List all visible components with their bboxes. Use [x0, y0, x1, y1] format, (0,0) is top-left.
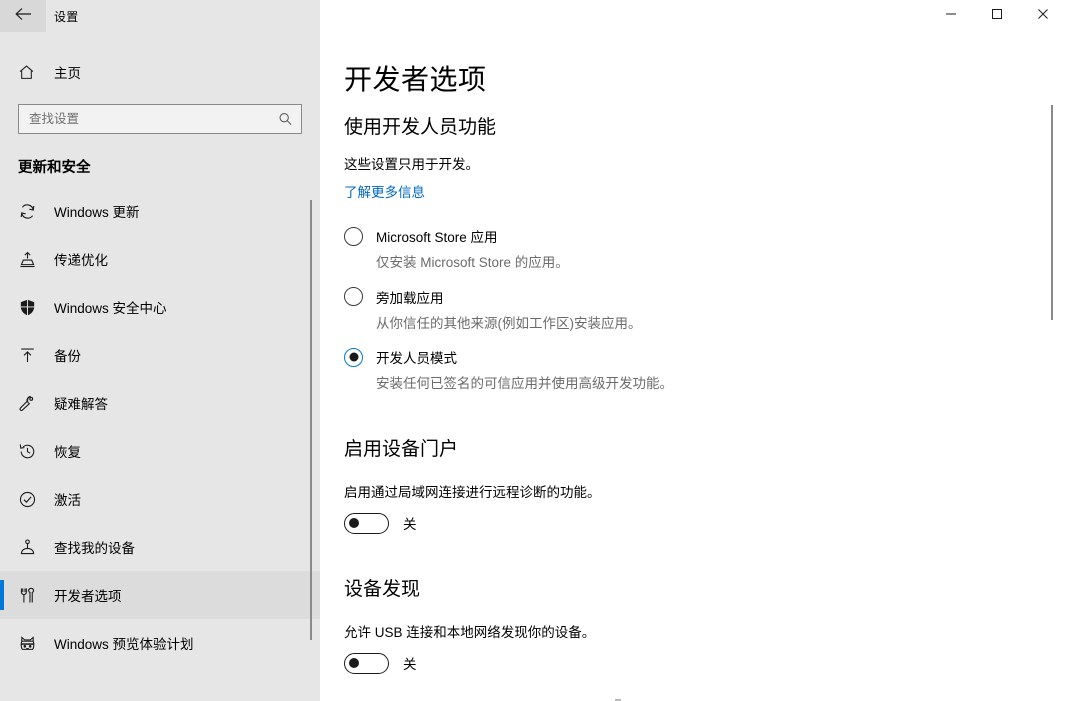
sidebar-item-delivery-optimization[interactable]: 传递优化	[0, 235, 320, 283]
device-discovery-toggle-row: 关	[344, 652, 1026, 674]
search-input[interactable]	[19, 105, 301, 133]
sidebar: 主页 更新和安全	[0, 32, 320, 701]
maximize-button[interactable]	[974, 0, 1020, 32]
developer-mode-radio-group: Microsoft Store 应用 仅安装 Microsoft Store 的…	[344, 226, 1026, 394]
device-discovery-toggle[interactable]	[344, 652, 389, 674]
minimize-icon	[945, 7, 957, 25]
content-inner: 开发者选项 使用开发人员功能 这些设置只用于开发。 了解更多信息 Microso…	[320, 32, 1066, 674]
radio-circle-selected-icon[interactable]	[344, 347, 363, 367]
sidebar-item-label: 备份	[54, 349, 81, 364]
sidebar-item-recovery[interactable]: 恢复	[0, 427, 320, 475]
delivery-optimization-icon	[18, 250, 46, 269]
maximize-icon	[991, 7, 1003, 25]
close-button[interactable]	[1020, 0, 1066, 32]
developer-tools-icon	[18, 586, 46, 605]
wrench-icon	[18, 394, 46, 413]
sidebar-item-label: Windows 安全中心	[54, 301, 167, 316]
sidebar-item-developer-options[interactable]: 开发者选项	[0, 571, 320, 619]
app-title: 设置	[54, 9, 79, 24]
sidebar-item-label: 激活	[54, 493, 81, 508]
sidebar-item-troubleshoot[interactable]: 疑难解答	[0, 379, 320, 427]
sidebar-category-title: 更新和安全	[18, 160, 91, 176]
radio-description: 从你信任的其他来源(例如工作区)安装应用。	[376, 315, 642, 331]
device-discovery-toggle-state: 关	[403, 657, 417, 673]
radio-line[interactable]: 旁加载应用	[344, 287, 1026, 307]
toggle-knob	[349, 518, 359, 529]
device-portal-description: 启用通过局域网连接进行远程诊断的功能。	[344, 484, 601, 500]
learn-more-link[interactable]: 了解更多信息	[344, 181, 425, 201]
upload-arrow-icon	[18, 346, 46, 365]
developer-features-heading: 使用开发人员功能	[344, 117, 497, 138]
radio-description: 仅安装 Microsoft Store 的应用。	[376, 255, 569, 271]
radio-option-sideload-apps[interactable]: 旁加载应用 从你信任的其他来源(例如工作区)安装应用。	[344, 287, 1026, 334]
sync-refresh-icon	[18, 202, 46, 221]
window-body: 主页 更新和安全	[0, 32, 1066, 701]
radio-option-developer-mode[interactable]: 开发人员模式 安装任何已签名的可信应用并使用高级开发功能。	[344, 347, 1026, 394]
radio-option-microsoft-store-apps[interactable]: Microsoft Store 应用 仅安装 Microsoft Store 的…	[344, 226, 1026, 273]
sidebar-nav-list: Windows 更新 传递优化 Windows 安全中心 备份 疑难解答 恢复 …	[0, 185, 320, 667]
developer-features-description: 这些设置只用于开发。	[344, 157, 479, 172]
check-circle-icon	[18, 490, 46, 509]
device-portal-toggle[interactable]	[344, 512, 389, 534]
minimize-button[interactable]	[928, 0, 974, 32]
radio-label: Microsoft Store 应用	[376, 230, 498, 246]
title-bar: 设置	[0, 0, 1066, 32]
history-clock-icon	[18, 442, 46, 461]
back-arrow-icon	[14, 7, 32, 26]
sidebar-item-windows-insider[interactable]: Windows 预览体验计划	[0, 619, 320, 667]
radio-line[interactable]: 开发人员模式	[344, 347, 1026, 367]
find-device-pin-icon	[18, 538, 46, 557]
page-title: 开发者选项	[344, 64, 487, 95]
close-icon	[1037, 7, 1049, 25]
sidebar-item-windows-security[interactable]: Windows 安全中心	[0, 283, 320, 331]
sidebar-item-backup[interactable]: 备份	[0, 331, 320, 379]
window-controls	[320, 0, 1066, 32]
sidebar-item-label: 疑难解答	[54, 397, 108, 412]
sidebar-item-label: 开发者选项	[54, 589, 122, 604]
sidebar-scrollbar-thumb[interactable]	[310, 200, 312, 640]
device-portal-heading: 启用设备门户	[344, 438, 459, 460]
sidebar-item-label: 恢复	[54, 445, 81, 460]
sidebar-item-activation[interactable]: 激活	[0, 475, 320, 523]
radio-line[interactable]: Microsoft Store 应用	[344, 226, 1026, 246]
settings-window: 设置 主页 查找设置 更新和安全 Windows 更新 传递优化 Windows…	[0, 0, 1066, 701]
device-discovery-description: 允许 USB 连接和本地网络发现你的设备。	[344, 624, 596, 640]
radio-label: 开发人员模式	[376, 351, 457, 367]
device-portal-toggle-row: 关	[344, 512, 1026, 534]
title-bar-left: 设置	[0, 0, 320, 32]
sidebar-item-label: Windows 预览体验计划	[54, 637, 194, 652]
toggle-knob	[349, 658, 359, 669]
back-button[interactable]	[0, 0, 46, 32]
shield-icon	[18, 298, 46, 317]
device-discovery-section: 设备发现 允许 USB 连接和本地网络发现你的设备。 关	[344, 574, 1026, 674]
radio-circle-icon[interactable]	[344, 287, 363, 307]
sidebar-item-home[interactable]: 主页	[0, 52, 320, 92]
sidebar-item-label: 传递优化	[54, 253, 108, 268]
sidebar-item-windows-update[interactable]: Windows 更新	[0, 187, 320, 235]
search-wrapper	[18, 104, 302, 134]
home-icon	[18, 64, 46, 81]
device-discovery-heading: 设备发现	[344, 578, 421, 600]
sidebar-item-find-my-device[interactable]: 查找我的设备	[0, 523, 320, 571]
content-scrollbar-thumb[interactable]	[1051, 105, 1053, 320]
device-portal-section: 启用设备门户 启用通过局域网连接进行远程诊断的功能。 关	[344, 434, 1026, 534]
sidebar-item-home-label: 主页	[54, 66, 81, 81]
radio-circle-icon[interactable]	[344, 226, 363, 246]
sidebar-item-label: 查找我的设备	[54, 541, 135, 556]
main-content: 开发者选项 使用开发人员功能 这些设置只用于开发。 了解更多信息 Microso…	[320, 32, 1066, 701]
search-box[interactable]	[18, 104, 302, 134]
ninja-cat-icon	[18, 634, 46, 653]
radio-description: 安装任何已签名的可信应用并使用高级开发功能。	[376, 376, 673, 392]
radio-label: 旁加载应用	[376, 290, 444, 306]
sidebar-item-label: Windows 更新	[54, 205, 140, 220]
device-portal-toggle-state: 关	[403, 517, 417, 533]
